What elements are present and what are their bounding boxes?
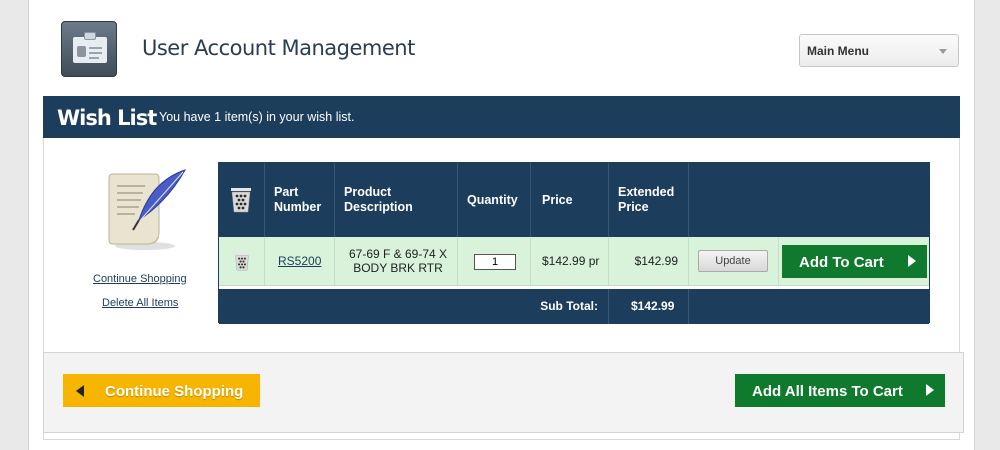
update-cell: Update [689,237,779,286]
subtotal-row: Sub Total: $142.99 [219,287,929,324]
play-arrow-icon [926,384,934,396]
page-container: User Account Management Main Menu Wish L… [28,0,975,450]
extended-price-value: $142.99 [634,254,678,268]
add-to-cart-button[interactable]: Add To Cart [782,245,927,278]
header-price: Price [531,163,609,237]
header-actions [689,163,929,237]
description-cell: 67-69 F & 69-74 X BODY BRK RTR [335,237,458,286]
header-delete-column [219,163,265,237]
quantity-cell [458,237,531,286]
add-all-label: Add All Items To Cart [752,383,903,400]
wishlist-table: Part Number Product Description Quantity… [218,162,930,324]
action-panel: Continue Shopping Add All Items To Cart [43,352,964,433]
continue-shopping-label: Continue Shopping [105,383,244,400]
extended-price-cell: $142.99 [609,237,689,286]
subtotal-value: $142.99 [631,299,675,313]
add-to-cart-label: Add To Cart [799,254,884,271]
back-arrow-icon [76,385,84,397]
chevron-down-icon [939,49,947,54]
delete-all-items-link[interactable]: Delete All Items [102,297,178,309]
main-menu-label: Main Menu [807,44,869,58]
wishlist-title: Wish List [57,106,157,130]
trash-icon[interactable] [234,252,250,271]
price-value: $142.99 pr [542,254,600,268]
wishlist-header: Wish List You have 1 item(s) in your wis… [43,96,960,138]
quill-paper-icon [108,169,187,250]
quantity-input[interactable] [474,254,516,270]
product-description: 67-69 F & 69-74 X BODY BRK RTR [348,247,448,275]
trash-icon [231,188,251,213]
subtotal-value-cell: $142.99 [609,289,689,324]
subtotal-blank-cell [689,289,929,324]
header-extended-price: Extended Price [609,163,689,237]
continue-shopping-link[interactable]: Continue Shopping [93,273,187,285]
add-all-to-cart-button[interactable]: Add All Items To Cart [735,374,945,407]
update-button[interactable]: Update [698,250,768,272]
subtotal-label: Sub Total: [540,299,598,313]
part-number-link[interactable]: RS5200 [278,254,321,268]
price-cell: $142.99 pr [531,237,609,286]
continue-shopping-button[interactable]: Continue Shopping [63,374,260,407]
part-number-cell: RS5200 [265,237,335,286]
wishlist-count-message: You have 1 item(s) in your wish list. [159,110,355,124]
main-menu-select[interactable]: Main Menu [799,34,959,67]
play-arrow-icon [908,255,916,267]
delete-item-cell [219,237,265,286]
header-product-description: Product Description [335,163,458,237]
header-quantity: Quantity [458,163,531,237]
account-card-icon [61,21,117,77]
subtotal-label-cell: Sub Total: [219,289,609,324]
header-part-number: Part Number [265,163,335,237]
page-title: User Account Management [142,36,415,60]
add-to-cart-cell: Add To Cart [779,237,929,286]
